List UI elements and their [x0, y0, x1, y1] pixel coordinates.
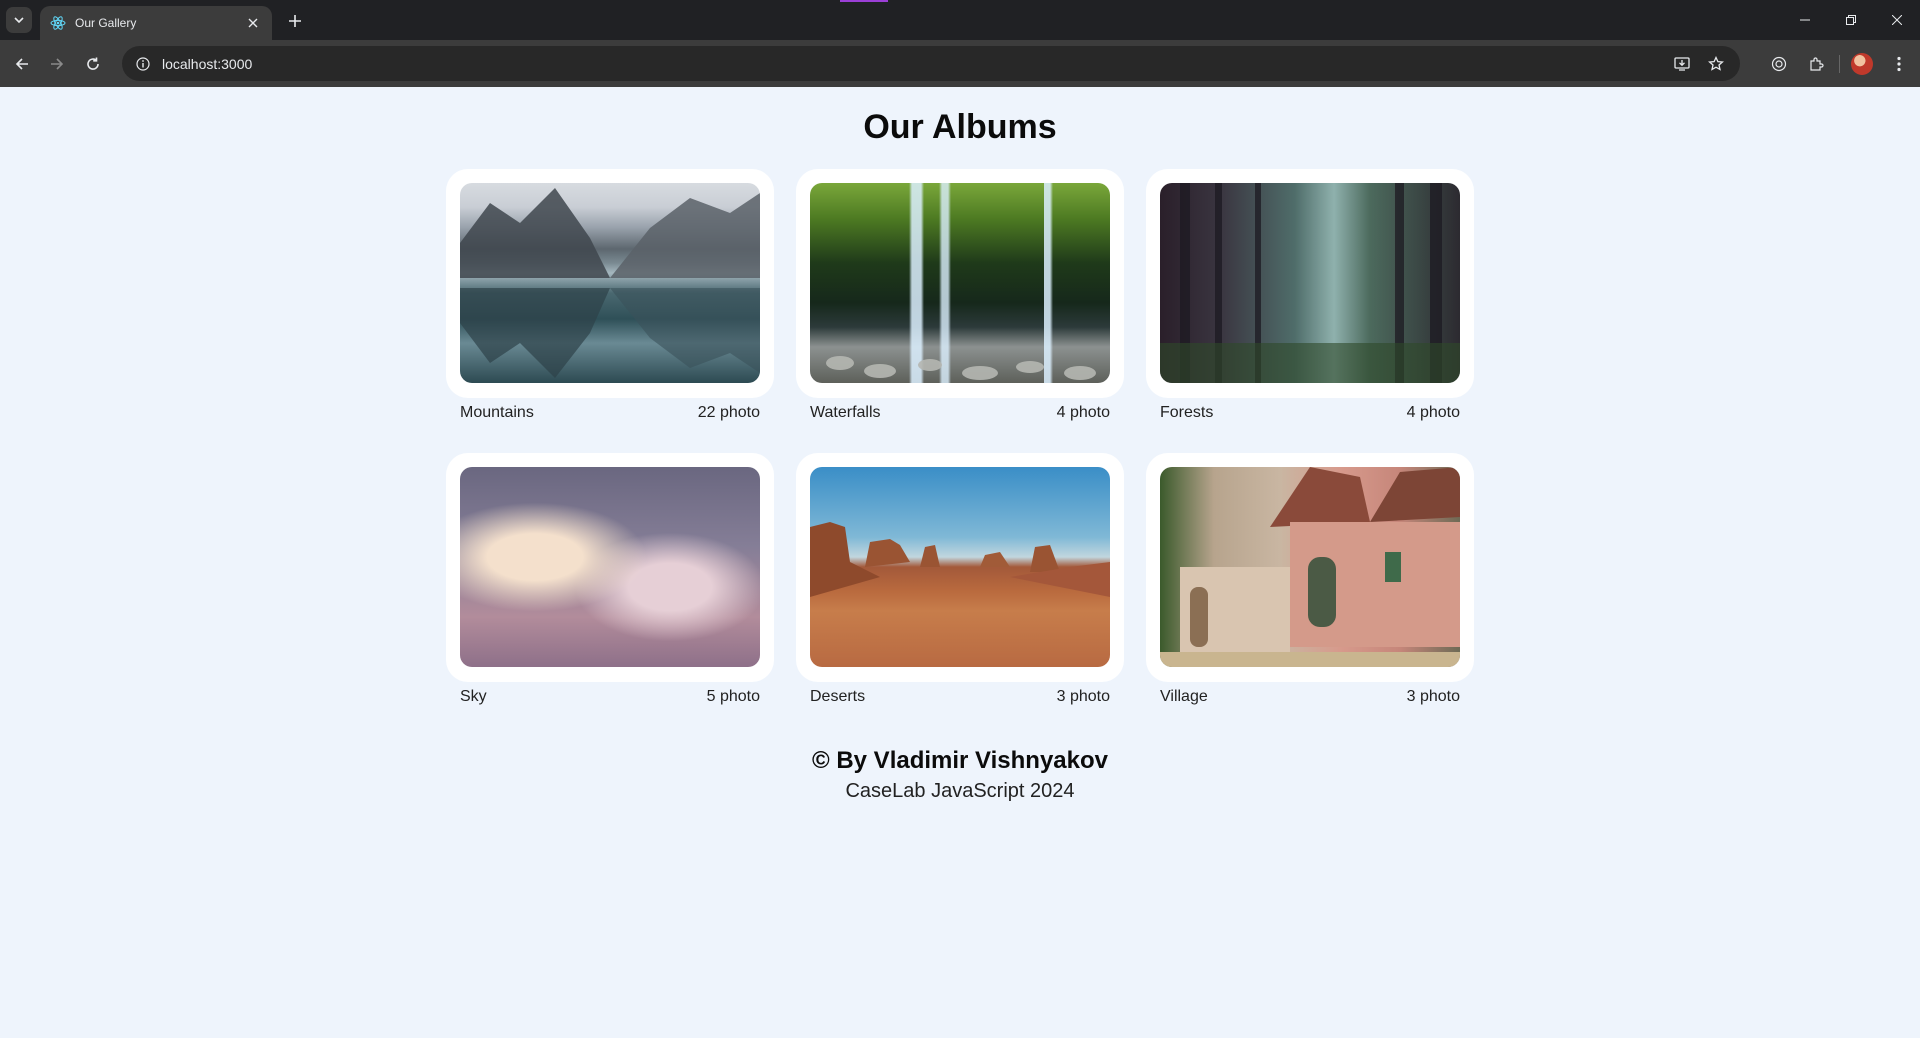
album-name: Forests [1160, 404, 1214, 421]
album-meta: Village 3 photo [1146, 682, 1474, 706]
bookmark-star-icon[interactable] [1702, 50, 1730, 78]
new-tab-button[interactable] [282, 8, 308, 34]
restore-button[interactable] [1828, 0, 1874, 40]
arrow-right-icon [51, 58, 64, 70]
avatar [1851, 53, 1873, 75]
album-frame [796, 169, 1124, 398]
mountain-lake-photo[interactable] [460, 183, 760, 383]
minimize-button[interactable] [1782, 0, 1828, 40]
album-name: Deserts [810, 688, 866, 705]
album-card[interactable]: Sky 5 photo [446, 453, 774, 706]
album-frame [446, 169, 774, 398]
reload-icon [87, 57, 99, 70]
clouds-photo[interactable] [460, 467, 760, 667]
waterfall-photo[interactable] [810, 183, 1110, 383]
close-icon [1892, 15, 1902, 25]
album-frame [1146, 169, 1474, 398]
album-card[interactable]: Forests 4 photo [1146, 169, 1474, 422]
profile-avatar[interactable] [1847, 50, 1877, 78]
minimize-icon [1800, 19, 1810, 21]
album-photo-count: 3 photo [1406, 688, 1460, 705]
album-photo-count: 22 photo [697, 404, 760, 421]
tab-search-button[interactable] [6, 7, 32, 33]
forward-button[interactable] [43, 50, 71, 78]
chevron-down-icon [14, 17, 24, 24]
album-photo-count: 4 photo [1056, 404, 1110, 421]
reload-button[interactable] [79, 50, 107, 78]
url-text[interactable]: localhost:3000 [162, 56, 252, 72]
tab-group-marker [840, 0, 888, 2]
plus-icon [289, 15, 301, 27]
album-frame [446, 453, 774, 682]
browser-tabstrip: Our Gallery [0, 0, 1920, 40]
footer-author: © By Vladimir Vishnyakov [811, 747, 1109, 774]
close-tab-icon[interactable] [244, 14, 262, 32]
misty-forest-photo[interactable] [1160, 183, 1460, 383]
desert-buttes-photo[interactable] [810, 467, 1110, 667]
album-name: Mountains [460, 404, 534, 421]
album-frame [796, 453, 1124, 682]
page-title: Our Albums [863, 108, 1057, 146]
album-meta: Mountains 22 photo [446, 398, 774, 422]
album-photo-count: 3 photo [1056, 688, 1110, 705]
album-card[interactable]: Village 3 photo [1146, 453, 1474, 706]
album-name: Sky [460, 688, 487, 705]
browser-menu-icon[interactable] [1884, 50, 1914, 78]
village-street-photo[interactable] [1160, 467, 1460, 667]
browser-toolbar: localhost:3000 [0, 40, 1920, 87]
album-card[interactable]: Mountains 22 photo [446, 169, 774, 422]
album-photo-count: 4 photo [1406, 404, 1460, 421]
album-name: Waterfalls [810, 404, 881, 421]
album-meta: Waterfalls 4 photo [796, 398, 1124, 422]
restore-icon [1846, 15, 1856, 25]
albums-grid: Mountains 22 photo Waterfalls 4 photo Fo… [446, 169, 1474, 706]
album-card[interactable]: Waterfalls 4 photo [796, 169, 1124, 422]
react-logo-icon [50, 15, 66, 31]
album-meta: Forests 4 photo [1146, 398, 1474, 422]
album-card[interactable]: Deserts 3 photo [796, 453, 1124, 706]
album-frame [1146, 453, 1474, 682]
browser-tab-active[interactable]: Our Gallery [40, 6, 272, 40]
album-name: Village [1160, 688, 1208, 705]
back-button[interactable] [8, 50, 36, 78]
install-app-icon[interactable] [1668, 50, 1696, 78]
site-info-icon[interactable] [130, 51, 156, 77]
toolbar-divider [1839, 55, 1840, 73]
address-bar[interactable]: localhost:3000 [122, 46, 1740, 81]
footer-course: CaseLab JavaScript 2024 [845, 780, 1075, 802]
window-controls [1782, 0, 1920, 40]
album-photo-count: 5 photo [706, 688, 760, 705]
page-content: Our Albums Mountains 22 photo Waterfalls [0, 87, 1920, 1038]
close-window-button[interactable] [1874, 0, 1920, 40]
tab-title: Our Gallery [75, 16, 137, 30]
arrow-left-icon [15, 58, 28, 70]
extension-target-icon[interactable] [1764, 50, 1794, 78]
album-meta: Deserts 3 photo [796, 682, 1124, 706]
extensions-puzzle-icon[interactable] [1801, 50, 1831, 78]
album-meta: Sky 5 photo [446, 682, 774, 706]
